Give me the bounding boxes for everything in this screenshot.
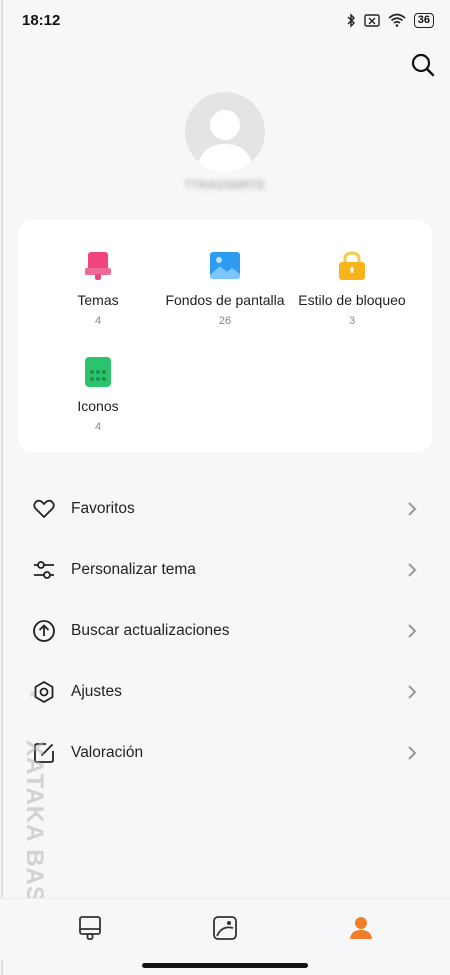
category-count: 4 bbox=[94, 315, 102, 327]
category-label: Iconos bbox=[77, 398, 119, 414]
battery-icon: 36 bbox=[413, 12, 434, 28]
status-time: 18:12 bbox=[22, 11, 61, 29]
update-icon bbox=[33, 619, 55, 642]
theme-icon bbox=[85, 252, 111, 280]
status-bar: 18:12 36 bbox=[0, 0, 450, 40]
lock-style-icon bbox=[339, 251, 365, 280]
tab-perfil[interactable] bbox=[348, 915, 374, 941]
category-label: Estilo de bloqueo bbox=[298, 292, 406, 308]
default-user-icon bbox=[197, 110, 253, 172]
chevron-right-icon bbox=[408, 501, 417, 516]
watermark-logo-icon bbox=[30, 691, 35, 699]
tab-temas[interactable] bbox=[77, 915, 103, 941]
chevron-right-icon bbox=[408, 745, 417, 760]
wallpaper-icon bbox=[210, 252, 240, 279]
category-count: 3 bbox=[348, 315, 356, 327]
chevron-right-icon bbox=[408, 684, 417, 699]
no-sim-icon bbox=[364, 13, 380, 27]
menu-label: Valoración bbox=[71, 743, 144, 761]
category-count: 4 bbox=[94, 421, 102, 433]
search-button[interactable] bbox=[410, 52, 436, 78]
category-label: Fondos de pantalla bbox=[165, 292, 285, 308]
category-temas[interactable]: Temas 4 bbox=[29, 250, 167, 327]
downloads-card: Temas 4 Fondos de pantalla 26 Estilo de … bbox=[18, 220, 432, 452]
wifi-icon bbox=[388, 13, 406, 27]
settings-menu: Favoritos Personalizar tema Buscar actua… bbox=[0, 478, 450, 783]
menu-item-ajustes[interactable]: Ajustes bbox=[0, 661, 450, 722]
bottom-nav bbox=[0, 898, 450, 960]
menu-label: Ajustes bbox=[71, 682, 122, 700]
themes-tab-icon bbox=[79, 916, 101, 940]
menu-item-personalizar-tema[interactable]: Personalizar tema bbox=[0, 539, 450, 600]
category-label: Temas bbox=[77, 292, 119, 308]
search-icon bbox=[411, 53, 435, 77]
category-fondos[interactable]: Fondos de pantalla 26 bbox=[156, 250, 294, 327]
menu-item-valoracion[interactable]: Valoración bbox=[0, 722, 450, 783]
chevron-right-icon bbox=[408, 623, 417, 638]
avatar[interactable] bbox=[185, 92, 265, 172]
menu-label: Favoritos bbox=[71, 499, 135, 517]
menu-item-favoritos[interactable]: Favoritos bbox=[0, 478, 450, 539]
home-indicator[interactable] bbox=[142, 963, 308, 968]
wallpapers-tab-icon bbox=[213, 916, 237, 940]
bluetooth-icon bbox=[347, 12, 355, 28]
heart-icon bbox=[33, 499, 55, 518]
category-iconos[interactable]: Iconos 4 bbox=[29, 356, 167, 433]
menu-label: Personalizar tema bbox=[71, 560, 196, 578]
username: TTRASSMRTE bbox=[184, 178, 266, 192]
menu-item-buscar-actualizaciones[interactable]: Buscar actualizaciones bbox=[0, 600, 450, 661]
category-count: 26 bbox=[218, 315, 232, 327]
menu-label: Buscar actualizaciones bbox=[71, 621, 230, 639]
profile-tab-icon bbox=[350, 917, 372, 939]
status-icons: 36 bbox=[346, 12, 434, 28]
icons-icon bbox=[85, 357, 111, 387]
chevron-right-icon bbox=[408, 562, 417, 577]
tab-fondos[interactable] bbox=[212, 915, 238, 941]
category-estilo-bloqueo[interactable]: Estilo de bloqueo 3 bbox=[283, 250, 421, 327]
sliders-icon bbox=[34, 560, 54, 579]
